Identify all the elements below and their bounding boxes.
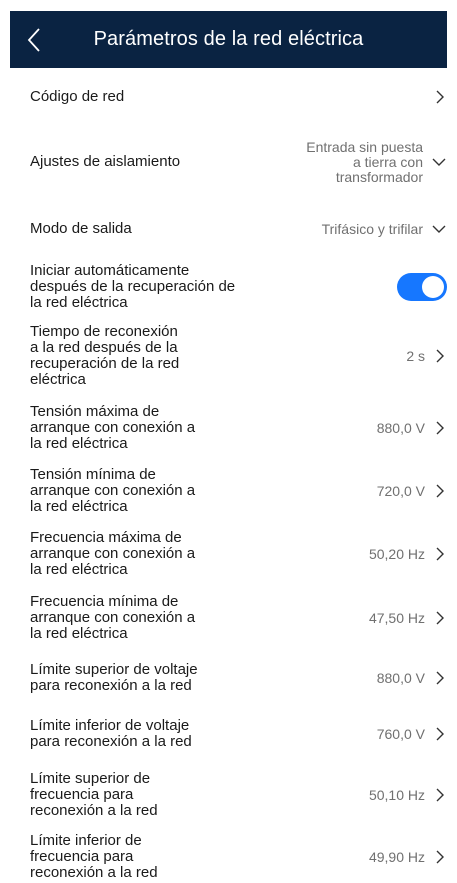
setting-row-reconnection-time[interactable]: Tiempo de reconexión a la red después de… <box>30 320 447 392</box>
setting-row-auto-start: Iniciar automáticamente después de la re… <box>30 260 447 314</box>
setting-value: 50,10 Hz <box>368 786 425 803</box>
setting-value: 47,50 Hz <box>368 609 425 626</box>
toggle-knob <box>422 276 444 298</box>
back-button[interactable] <box>14 11 54 68</box>
setting-row-upper-voltage-limit[interactable]: Límite superior de voltaje para reconexi… <box>30 660 447 696</box>
setting-row-lower-frequency-limit[interactable]: Límite inferior de frecuencia para recon… <box>30 830 447 883</box>
chevron-right-icon <box>436 611 444 625</box>
setting-label: Límite inferior de frecuencia para recon… <box>30 832 158 881</box>
setting-value: 50,20 Hz <box>368 545 425 562</box>
setting-row-isolation[interactable]: Ajustes de aislamiento Entrada sin puest… <box>30 136 447 188</box>
setting-label: Tensión mínima de arranque con conexión … <box>30 466 196 515</box>
chevron-right-icon <box>436 484 444 498</box>
setting-row-output-mode[interactable]: Modo de salida Trifásico y trifilar <box>30 214 447 244</box>
setting-label: Límite inferior de voltaje para reconexi… <box>30 717 192 750</box>
setting-value: 720,0 V <box>376 482 425 499</box>
setting-value: Entrada sin puesta a tierra con transfor… <box>306 138 423 185</box>
setting-row-grid-code[interactable]: Código de red <box>30 82 447 112</box>
setting-label: Ajustes de aislamiento <box>30 153 181 170</box>
chevron-down-icon[interactable] <box>431 155 447 169</box>
setting-value: 49,90 Hz <box>368 848 425 865</box>
setting-row-max-start-frequency[interactable]: Frecuencia máxima de arranque con conexi… <box>30 527 447 581</box>
setting-label: Frecuencia máxima de arranque con conexi… <box>30 529 196 578</box>
chevron-right-icon <box>436 850 444 864</box>
setting-label: Tensión máxima de arranque con conexión … <box>30 403 196 452</box>
setting-value: 2 s <box>406 347 425 364</box>
chevron-right-icon <box>436 90 444 104</box>
setting-label: Límite superior de voltaje para reconexi… <box>30 661 198 694</box>
setting-label: Frecuencia mínima de arranque con conexi… <box>30 593 196 642</box>
chevron-right-icon <box>436 547 444 561</box>
chevron-right-icon <box>436 727 444 741</box>
auto-start-toggle[interactable] <box>397 273 447 301</box>
chevron-left-icon <box>27 27 40 52</box>
chevron-right-icon <box>436 349 444 363</box>
setting-value: Trifásico y trifilar <box>321 220 423 237</box>
header-bar: Parámetros de la red eléctrica <box>10 11 447 68</box>
setting-row-upper-frequency-limit[interactable]: Límite superior de frecuencia para recon… <box>30 768 447 822</box>
setting-value: 760,0 V <box>376 725 425 742</box>
setting-value: 880,0 V <box>376 419 425 436</box>
chevron-right-icon <box>436 671 444 685</box>
page-title: Parámetros de la red eléctrica <box>93 28 364 50</box>
setting-label: Tiempo de reconexión a la red después de… <box>30 323 180 388</box>
setting-label: Código de red <box>30 88 125 105</box>
chevron-down-icon[interactable] <box>431 222 447 236</box>
setting-label: Modo de salida <box>30 220 132 237</box>
setting-row-min-start-voltage[interactable]: Tensión mínima de arranque con conexión … <box>30 464 447 518</box>
setting-row-lower-voltage-limit[interactable]: Límite inferior de voltaje para reconexi… <box>30 716 447 752</box>
setting-value: 880,0 V <box>376 669 425 686</box>
setting-label: Iniciar automáticamente después de la re… <box>30 262 236 311</box>
setting-label: Límite superior de frecuencia para recon… <box>30 770 158 819</box>
setting-row-max-start-voltage[interactable]: Tensión máxima de arranque con conexión … <box>30 401 447 455</box>
chevron-right-icon <box>436 421 444 435</box>
chevron-right-icon <box>436 788 444 802</box>
setting-row-min-start-frequency[interactable]: Frecuencia mínima de arranque con conexi… <box>30 591 447 645</box>
